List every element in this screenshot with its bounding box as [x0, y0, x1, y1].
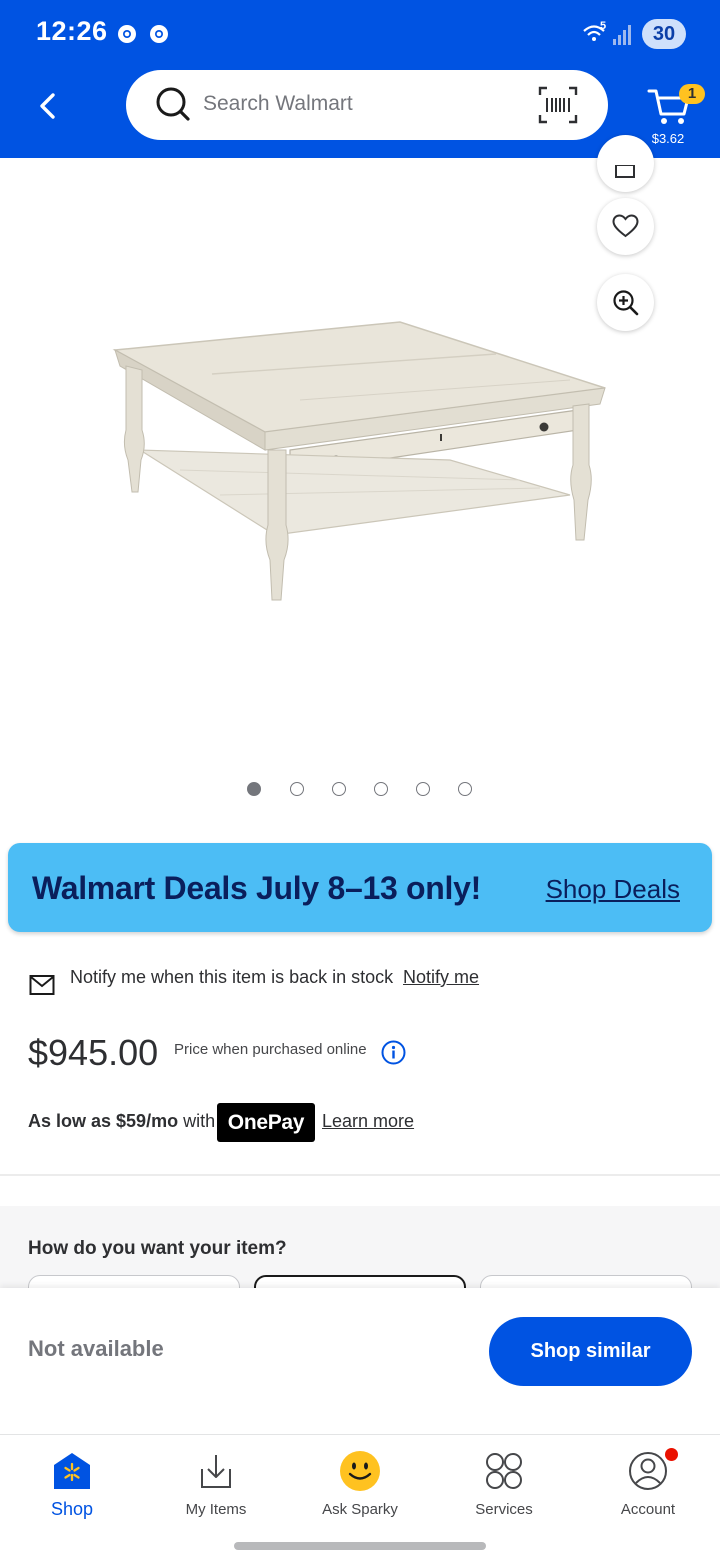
deals-title: Walmart Deals July 8–13 only! [32, 870, 481, 906]
status-time: 12:26 [36, 16, 108, 46]
heart-icon [612, 214, 639, 238]
price-note: Price when purchased online [174, 1041, 367, 1058]
signal-icon [613, 25, 631, 45]
carousel-dot-6[interactable] [458, 782, 472, 796]
favorite-button[interactable] [597, 198, 654, 255]
bottom-nav: Shop My Items Ask Sparky Services Accoun… [0, 1434, 720, 1534]
onepay-logo: OnePay [217, 1103, 315, 1142]
nav-label: Services [475, 1501, 533, 1518]
sparky-icon [340, 1451, 380, 1491]
chrome-icon [150, 25, 168, 43]
carousel-dot-5[interactable] [416, 782, 430, 796]
carousel-dot-3[interactable] [332, 782, 346, 796]
nav-item-services[interactable]: Services [432, 1435, 576, 1535]
app-header: 12:26 5 30 Search Walmart 1 $3.62 [0, 0, 720, 158]
nav-label: My Items [185, 1501, 247, 1518]
cart-count-badge: 1 [679, 84, 705, 104]
deals-banner[interactable]: Walmart Deals July 8–13 only! Shop Deals [8, 843, 712, 932]
share-button[interactable] [597, 135, 654, 192]
product-image-coffee-table[interactable] [100, 310, 620, 610]
financing-amount: As low as $59/mo [28, 1111, 179, 1131]
search-placeholder: Search Walmart [203, 92, 353, 115]
mail-icon [29, 975, 55, 995]
nav-label: Account [620, 1501, 676, 1518]
financing-with: with [178, 1111, 216, 1131]
nav-item-my-items[interactable]: My Items [144, 1435, 288, 1535]
financing-text: As low as $59/mo with [28, 1111, 215, 1132]
chrome-icon [118, 25, 136, 43]
learn-more-link[interactable]: Learn more [322, 1111, 414, 1132]
add-to-cart-bar: Not available Shop similar [0, 1288, 720, 1434]
nav-label: Ask Sparky [322, 1501, 398, 1518]
nav-item-ask-sparky[interactable]: Ask Sparky [288, 1435, 432, 1535]
nav-item-shop[interactable]: Shop [0, 1435, 144, 1535]
fulfillment-section: How do you want your item? [0, 1206, 720, 1288]
price: $945.00 [28, 1032, 159, 1073]
fulfillment-title: How do you want your item? [28, 1238, 287, 1259]
search-input[interactable]: Search Walmart [126, 70, 608, 140]
nav-item-account[interactable]: Account [576, 1435, 720, 1535]
store-icon [54, 1453, 90, 1489]
carousel-dot-2[interactable] [290, 782, 304, 796]
nav-label: Shop [50, 1499, 94, 1519]
info-icon[interactable] [381, 1040, 406, 1065]
notify-me-link[interactable]: Notify me [403, 967, 479, 988]
barcode-scan-icon[interactable] [538, 86, 578, 124]
back-arrow-icon[interactable] [30, 86, 70, 126]
notify-text: Notify me when this item is back in stoc… [70, 967, 394, 987]
battery-indicator: 30 [642, 19, 686, 49]
network-type: 5 [600, 20, 607, 32]
share-icon [615, 165, 635, 178]
fulfillment-option-3[interactable] [480, 1275, 692, 1288]
fulfillment-option-1[interactable] [28, 1275, 240, 1288]
search-icon [156, 87, 190, 121]
account-icon [629, 1452, 667, 1490]
carousel-dot-1[interactable] [247, 782, 261, 796]
notification-dot [665, 1448, 678, 1461]
home-indicator[interactable] [234, 1542, 486, 1550]
fulfillment-option-2[interactable] [254, 1275, 466, 1288]
my-items-icon [201, 1455, 231, 1488]
services-icon [486, 1453, 522, 1489]
shop-deals-link[interactable]: Shop Deals [546, 874, 680, 905]
availability-status: Not available [28, 1336, 164, 1361]
shop-similar-button[interactable]: Shop similar [489, 1317, 692, 1386]
carousel-dot-4[interactable] [374, 782, 388, 796]
divider [0, 1174, 720, 1176]
